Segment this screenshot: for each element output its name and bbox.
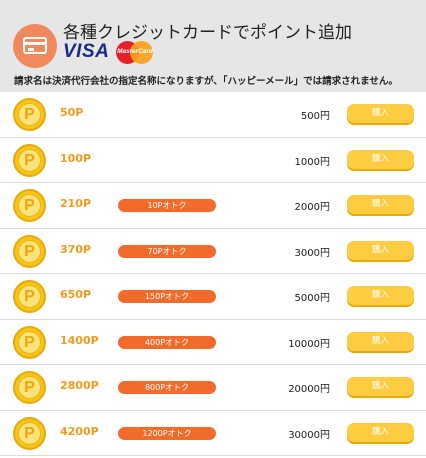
coin-icon: P: [13, 98, 46, 131]
package-row: P 50P 500円 購入: [0, 92, 426, 138]
bonus-badge: 800Pオトク: [118, 381, 216, 394]
package-price: 30000円: [288, 429, 330, 441]
coin-icon: P: [13, 416, 46, 450]
coin-icon: P: [13, 325, 46, 359]
package-points: 650P: [60, 288, 92, 301]
buy-button[interactable]: 購入: [347, 195, 414, 214]
package-row: P 2800P 800Pオトク 20000円 購入: [0, 365, 426, 411]
bonus-badge: 1200Pオトク: [118, 426, 216, 440]
package-list: P 50P 500円 購入 P 100P 1000円 購入 P 210P 10P…: [0, 92, 426, 456]
buy-button[interactable]: 購入: [347, 331, 414, 351]
package-price: 500円: [300, 111, 330, 122]
billing-note: 請求名は決済代行会社の指定名称になりますが、「ハッピーメール」では請求されません…: [14, 76, 398, 87]
package-price: 1000円: [294, 156, 330, 168]
package-row: P 370P 70Pオトク 3000円 購入: [0, 228, 426, 274]
package-points: 50P: [60, 106, 84, 119]
package-price: 10000円: [288, 338, 330, 350]
package-price: 5000円: [294, 293, 330, 304]
bonus-badge: 10Pオトク: [118, 199, 216, 212]
package-row: P 650P 150Pオトク 5000円 購入: [0, 274, 426, 320]
package-points: 100P: [60, 151, 92, 165]
buy-button[interactable]: 購入: [347, 377, 414, 396]
coin-icon: P: [13, 371, 46, 404]
package-points: 210P: [60, 197, 92, 210]
visa-logo: VISA: [63, 41, 110, 62]
bonus-badge: 70Pオトク: [118, 244, 216, 258]
package-points: 1400P: [60, 333, 99, 347]
mastercard-logo: MasterCard: [115, 40, 155, 66]
credit-card-icon: [13, 24, 57, 68]
bonus-badge: 150Pオトク: [118, 290, 216, 303]
buy-button[interactable]: 購入: [347, 149, 414, 169]
header: 各種クレジットカードでポイント追加 VISA MasterCard 請求名は決済…: [0, 0, 426, 92]
package-row: P 100P 1000円 購入: [0, 137, 426, 183]
package-price: 2000円: [294, 202, 330, 213]
buy-button[interactable]: 購入: [347, 240, 414, 260]
package-points: 370P: [60, 242, 92, 256]
package-points: 2800P: [60, 379, 99, 392]
coin-icon: P: [13, 234, 46, 268]
buy-button[interactable]: 購入: [347, 104, 414, 123]
package-row: P 4200P 1200Pオトク 30000円 購入: [0, 410, 426, 456]
coin-icon: P: [13, 280, 46, 313]
buy-button[interactable]: 購入: [347, 422, 414, 442]
package-points: 4200P: [60, 424, 99, 438]
coin-icon: P: [13, 189, 46, 222]
coin-icon: P: [13, 143, 46, 177]
package-price: 3000円: [294, 247, 330, 259]
buy-button[interactable]: 購入: [347, 286, 414, 305]
bonus-badge: 400Pオトク: [118, 335, 216, 349]
page-title: 各種クレジットカードでポイント追加: [63, 23, 352, 43]
package-row: P 210P 10Pオトク 2000円 購入: [0, 183, 426, 229]
package-row: P 1400P 400Pオトク 10000円 購入: [0, 319, 426, 365]
package-price: 20000円: [288, 384, 330, 395]
